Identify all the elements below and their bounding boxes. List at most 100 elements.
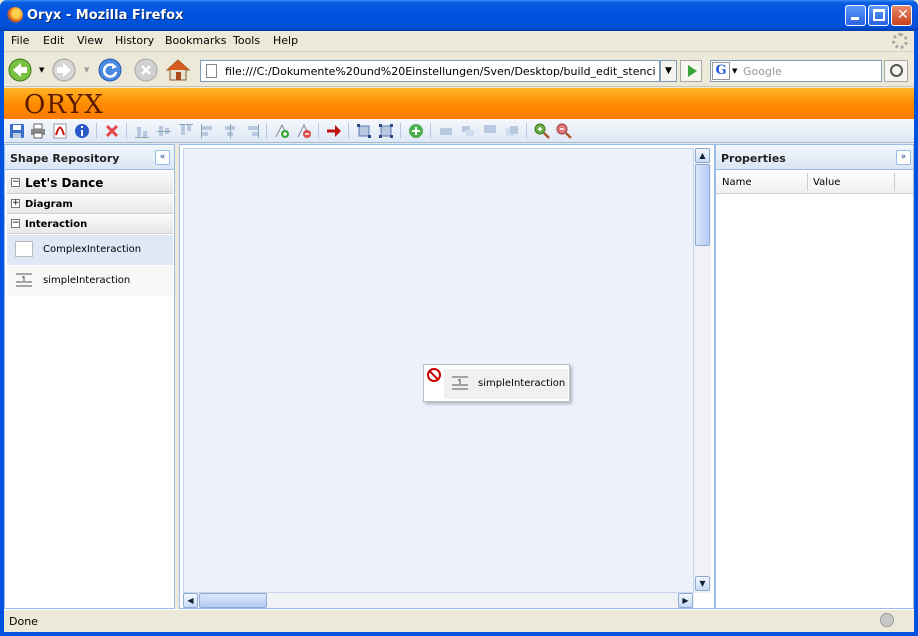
info-icon[interactable] (74, 123, 90, 139)
diagram-canvas[interactable]: simpleInteraction (183, 148, 694, 593)
maximize-button[interactable] (868, 5, 889, 26)
reload-icon[interactable] (98, 58, 124, 82)
toolbar-separator (318, 123, 319, 139)
add-shape-icon[interactable] (408, 123, 424, 139)
status-bar: Done (4, 609, 914, 632)
collapse-left-icon[interactable]: « (155, 150, 170, 165)
tree-root-lets-dance[interactable]: − Let's Dance (7, 172, 173, 194)
search-placeholder: Google (743, 65, 782, 78)
toolbar-separator (400, 123, 401, 139)
tree-group-interaction[interactable]: − Interaction (7, 215, 173, 234)
search-engine-icon[interactable]: G (712, 62, 730, 80)
column-name[interactable]: Name (722, 177, 752, 188)
ungroup-icon[interactable] (378, 123, 394, 139)
toolbar-separator (526, 123, 527, 139)
tree-group-label: Diagram (25, 199, 73, 210)
tree-root-label: Let's Dance (25, 176, 104, 190)
back-dropdown-icon[interactable]: ▼ (39, 66, 44, 74)
canvas-panel: simpleInteraction ▲ ▼ ◀ ▶ (179, 144, 715, 609)
menu-bar: File Edit View History Bookmarks Tools H… (4, 31, 914, 52)
align-bottom-icon[interactable] (134, 123, 150, 139)
remove-docker-icon[interactable] (296, 123, 312, 139)
window-border-right (914, 31, 918, 636)
align-left-icon[interactable] (200, 123, 216, 139)
title-bar[interactable]: Oryx - Mozilla Firefox ✕ (0, 0, 918, 31)
menu-edit[interactable]: Edit (43, 34, 64, 47)
toolbar-separator (430, 123, 431, 139)
collapse-right-icon[interactable]: » (896, 150, 911, 165)
toolbar-separator (96, 123, 97, 139)
bring-to-front-icon[interactable] (482, 123, 498, 139)
navigation-toolbar: ▼ ▼ file:///C:/Dokumente%20und%20Einstel… (4, 53, 914, 87)
scroll-up-icon[interactable]: ▲ (695, 148, 710, 163)
send-to-back-icon[interactable] (504, 123, 520, 139)
properties-grid-header: Name Value (716, 170, 913, 194)
drag-proxy-body: simpleInteraction (444, 369, 568, 399)
shape-repository-panel: Shape Repository « − Let's Dance + Diagr… (4, 144, 175, 609)
not-allowed-icon (427, 368, 441, 382)
menu-file[interactable]: File (11, 34, 29, 47)
window-border-bottom (0, 632, 918, 636)
add-docker-icon[interactable] (274, 123, 290, 139)
menu-history[interactable]: History (115, 34, 154, 47)
align-top-icon[interactable] (178, 123, 194, 139)
column-value[interactable]: Value (813, 177, 840, 188)
stencil-complex-interaction[interactable]: ComplexInteraction (7, 235, 173, 265)
collapse-toggle-icon[interactable]: − (11, 178, 20, 187)
minimize-button[interactable] (845, 5, 866, 26)
zoom-in-icon[interactable] (534, 123, 550, 139)
search-engine-dropdown-icon[interactable]: ▼ (732, 67, 737, 75)
menu-tools[interactable]: Tools (233, 34, 260, 47)
vertical-scroll-thumb[interactable] (695, 164, 710, 246)
save-icon[interactable] (9, 123, 25, 139)
menu-view[interactable]: View (77, 34, 103, 47)
throbber-icon (892, 33, 908, 49)
search-bar[interactable]: G ▼ Google (710, 60, 882, 82)
stencil-label: ComplexInteraction (43, 244, 142, 255)
stencil-label: simpleInteraction (43, 275, 131, 286)
collapse-toggle-icon[interactable]: − (11, 219, 20, 228)
expand-toggle-icon[interactable]: + (11, 199, 20, 208)
back-arrow-icon[interactable] (8, 58, 34, 82)
stop-icon[interactable] (134, 58, 160, 82)
scroll-left-icon[interactable]: ◀ (183, 593, 198, 608)
tree-group-diagram[interactable]: + Diagram (7, 195, 173, 214)
stencil-simple-interaction[interactable]: simpleInteraction (7, 266, 173, 296)
scroll-right-icon[interactable]: ▶ (678, 593, 693, 608)
url-text[interactable]: file:///C:/Dokumente%20und%20Einstellung… (225, 65, 655, 78)
scroll-down-icon[interactable]: ▼ (695, 576, 710, 591)
home-icon[interactable] (166, 58, 192, 82)
align-center-icon[interactable] (222, 123, 238, 139)
vertical-scrollbar[interactable]: ▲ ▼ (694, 148, 711, 593)
status-icon (880, 613, 894, 627)
properties-header: Properties » (716, 145, 913, 170)
url-bar[interactable]: file:///C:/Dokumente%20und%20Einstellung… (200, 60, 660, 82)
send-backward-icon[interactable] (460, 123, 476, 139)
browser-client: File Edit View History Bookmarks Tools H… (4, 31, 914, 632)
align-right-icon[interactable] (244, 123, 260, 139)
zoom-out-icon[interactable] (556, 123, 572, 139)
go-button[interactable] (680, 60, 702, 82)
toolbar-separator (266, 123, 267, 139)
horizontal-scroll-thumb[interactable] (199, 593, 267, 608)
properties-title: Properties (721, 152, 786, 165)
forward-dropdown-icon[interactable]: ▼ (84, 66, 89, 74)
column-separator (894, 173, 895, 191)
horizontal-scrollbar[interactable]: ◀ ▶ (183, 593, 694, 608)
export-pdf-icon[interactable] (52, 123, 68, 139)
status-text: Done (9, 615, 38, 628)
arrow-right-icon[interactable] (326, 123, 342, 139)
search-magnifier-icon[interactable] (884, 60, 908, 82)
menu-bookmarks[interactable]: Bookmarks (165, 34, 226, 47)
forward-arrow-icon[interactable] (52, 58, 78, 82)
tree-group-label: Interaction (25, 219, 88, 230)
menu-help[interactable]: Help (273, 34, 298, 47)
bring-forward-icon[interactable] (438, 123, 454, 139)
print-icon[interactable] (30, 123, 46, 139)
group-icon[interactable] (356, 123, 372, 139)
delete-icon[interactable] (104, 123, 120, 139)
url-dropdown-icon[interactable]: ▼ (660, 60, 677, 82)
align-middle-icon[interactable] (156, 123, 172, 139)
simple-interaction-icon (452, 376, 468, 390)
close-button[interactable]: ✕ (891, 5, 912, 26)
